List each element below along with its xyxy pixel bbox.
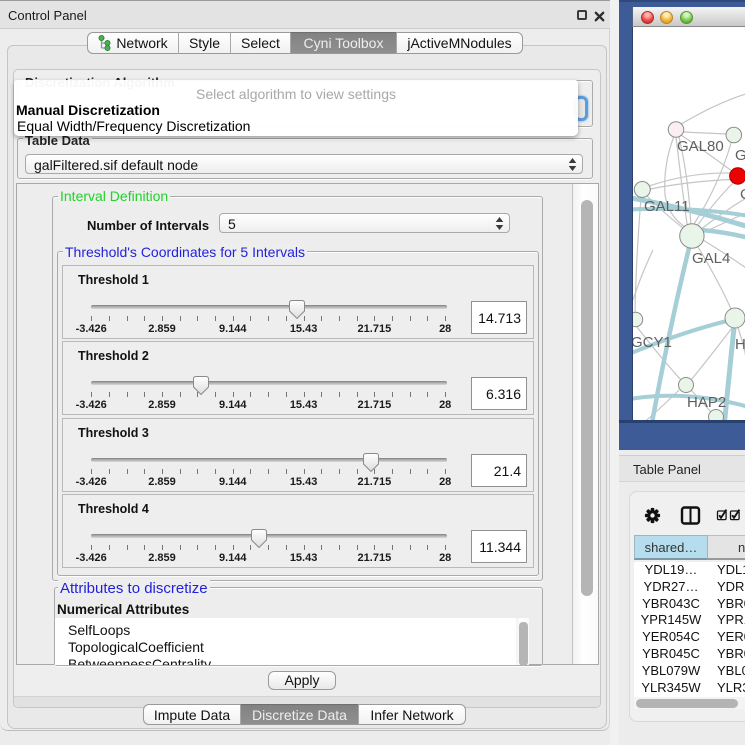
svg-text:GAL11: GAL11 xyxy=(644,198,690,215)
svg-text:GAL4: GAL4 xyxy=(692,250,730,267)
svg-text:GCY1: GCY1 xyxy=(633,334,672,351)
svg-text:GAL80: GAL80 xyxy=(677,138,724,155)
svg-text:C: C xyxy=(740,186,745,203)
svg-text:G.: G. xyxy=(735,147,745,164)
svg-text:HAP2: HAP2 xyxy=(687,394,726,411)
svg-text:H: H xyxy=(735,336,745,353)
